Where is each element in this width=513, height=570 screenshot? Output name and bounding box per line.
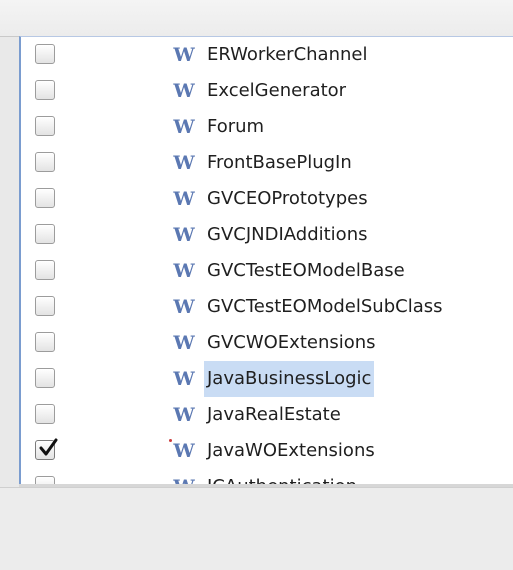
include-checkbox[interactable]	[35, 152, 55, 172]
include-checkbox[interactable]	[35, 224, 55, 244]
include-checkbox[interactable]	[35, 260, 55, 280]
framework-w-icon: W	[173, 44, 195, 66]
framework-row[interactable]: W JavaRealEstate	[21, 397, 513, 433]
framework-row[interactable]: W FrontBasePlugIn	[21, 145, 513, 181]
framework-row[interactable]: W GVCEOPrototypes	[21, 181, 513, 217]
framework-w-icon: W	[173, 332, 195, 354]
framework-w-icon: W	[173, 188, 195, 210]
include-checkbox[interactable]	[35, 438, 58, 460]
framework-label: JavaBusinessLogic	[204, 361, 375, 397]
include-checkbox[interactable]	[35, 368, 55, 388]
framework-label: JavaWOExtensions	[207, 440, 375, 461]
framework-list[interactable]: W ERWorkerChannel W ExcelGenerator W Forum W Fr…	[19, 36, 513, 488]
framework-label: ERWorkerChannel	[207, 44, 368, 65]
framework-label: FrontBasePlugIn	[207, 152, 352, 173]
framework-row[interactable]: W GVCJNDIAdditions	[21, 217, 513, 253]
framework-w-icon: W	[173, 80, 195, 102]
framework-label: Forum	[207, 116, 265, 137]
framework-row[interactable]: W GVCTestEOModelSubClass	[21, 289, 513, 325]
include-checkbox[interactable]	[35, 332, 55, 352]
framework-row[interactable]: W ExcelGenerator	[21, 73, 513, 109]
framework-w-icon: W	[173, 116, 195, 138]
include-checkbox[interactable]	[35, 44, 55, 64]
framework-label: GVCWOExtensions	[207, 332, 376, 353]
framework-row[interactable]: W JavaWOExtensions	[21, 433, 513, 469]
include-checkbox[interactable]	[35, 188, 55, 208]
framework-label: GVCEOPrototypes	[207, 188, 368, 209]
framework-w-icon: W	[173, 152, 195, 174]
framework-row[interactable]: W GVCWOExtensions	[21, 325, 513, 361]
drag-cursor-mark	[169, 439, 172, 442]
framework-w-icon: W	[173, 224, 195, 246]
framework-row[interactable]: W Forum	[21, 109, 513, 145]
top-toolbar-strip	[0, 0, 513, 37]
framework-label: JavaRealEstate	[207, 404, 341, 425]
include-checkbox[interactable]	[35, 80, 55, 100]
include-checkbox[interactable]	[35, 296, 55, 316]
framework-w-icon: W	[173, 404, 195, 426]
framework-label: ExcelGenerator	[207, 80, 347, 101]
framework-row[interactable]: W GVCTestEOModelBase	[21, 253, 513, 289]
framework-w-icon: W	[173, 260, 195, 282]
framework-row[interactable]: W ERWorkerChannel	[21, 37, 513, 73]
framework-label: GVCTestEOModelBase	[207, 260, 405, 281]
framework-w-icon: W	[173, 296, 195, 318]
framework-w-icon: W	[173, 440, 195, 462]
bottom-panel	[0, 487, 513, 570]
include-checkbox[interactable]	[35, 116, 55, 136]
checkmark-icon	[39, 438, 58, 456]
framework-label: GVCTestEOModelSubClass	[207, 296, 443, 317]
framework-row[interactable]: W JavaBusinessLogic	[21, 361, 513, 397]
include-checkbox[interactable]	[35, 404, 55, 424]
framework-label: GVCJNDIAdditions	[207, 224, 368, 245]
framework-w-icon: W	[173, 368, 195, 390]
